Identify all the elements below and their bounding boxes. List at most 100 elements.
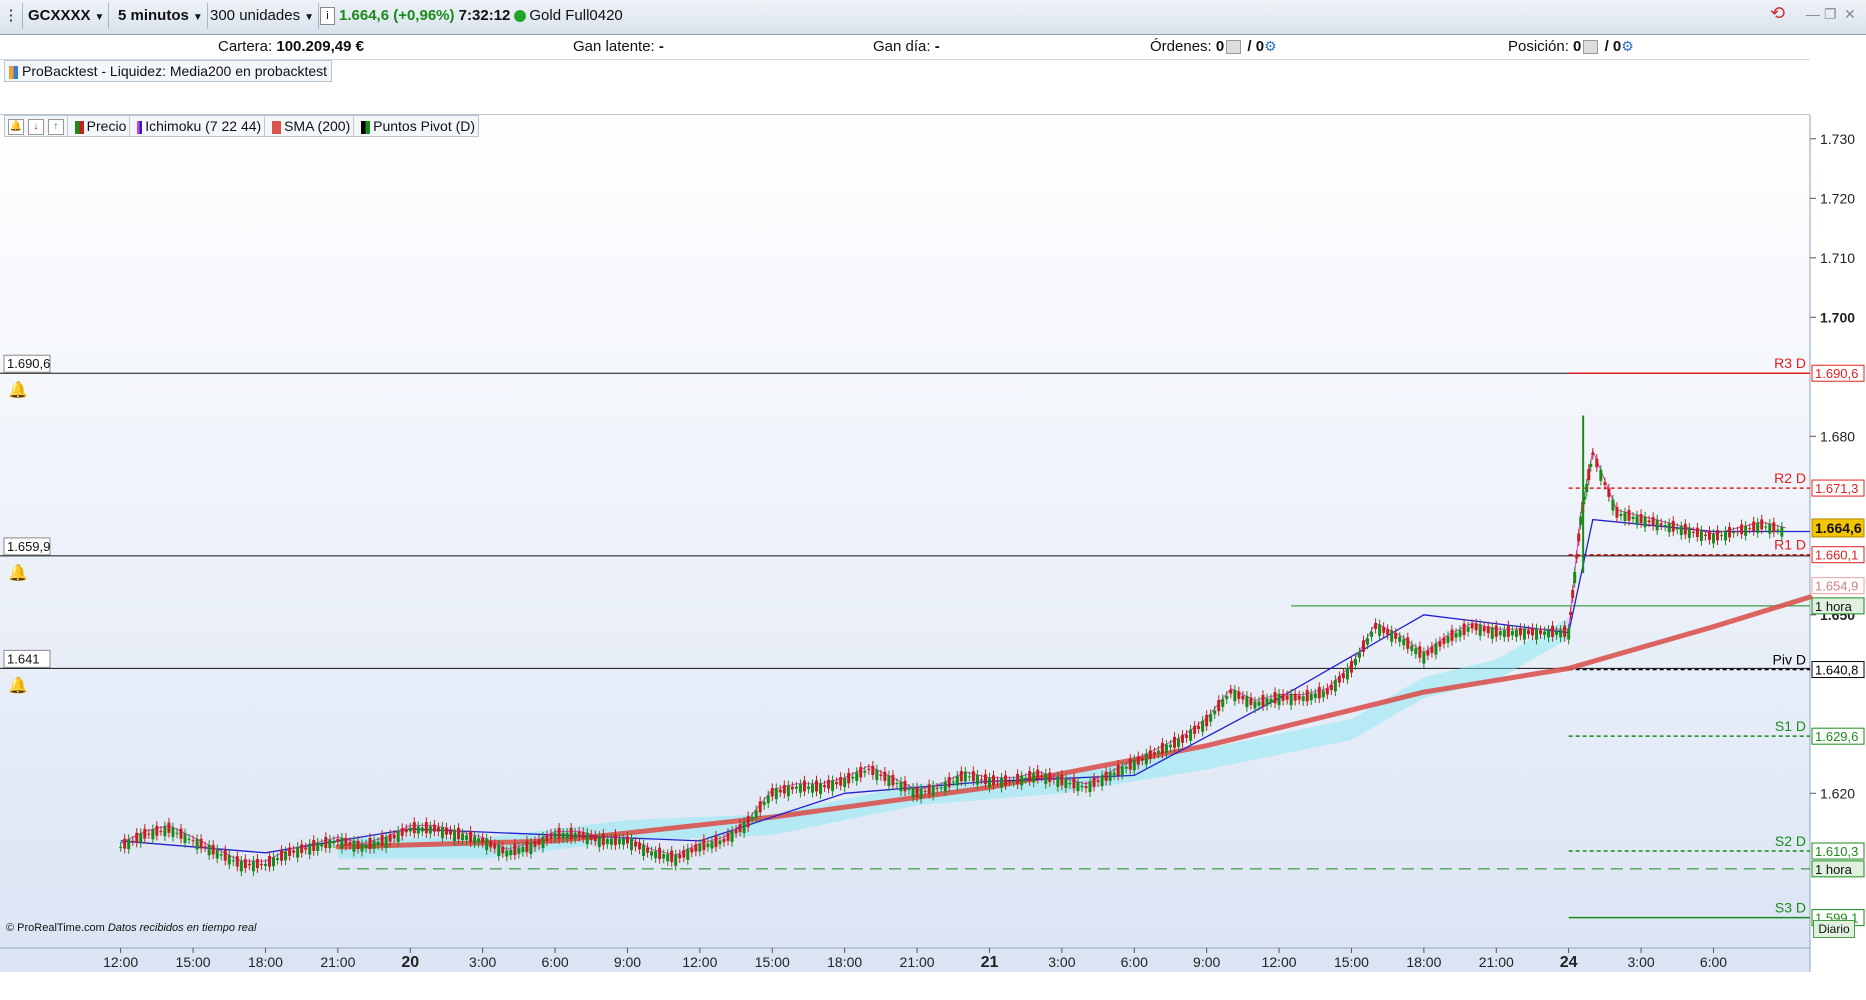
candle-body: [420, 827, 424, 832]
candle-body: [163, 826, 167, 837]
timeframe-selector[interactable]: 5 minutos ▼: [114, 3, 208, 29]
candle-body: [935, 787, 939, 789]
menu-grip-icon[interactable]: ⋮: [0, 3, 23, 29]
candle-body: [1289, 693, 1293, 706]
candle-body: [207, 844, 211, 856]
current-price-label: 1.664,6: [1815, 520, 1862, 536]
x-tick-label: 24: [1560, 954, 1578, 971]
candle-body: [1020, 775, 1024, 786]
x-tick-label: 21:00: [1479, 954, 1514, 970]
candle-body: [203, 846, 207, 848]
candle-body: [1510, 631, 1514, 636]
candle-body: [662, 854, 666, 859]
candle-body: [634, 841, 638, 847]
gear-icon[interactable]: ⚙: [1264, 38, 1277, 54]
legend-ichimoku[interactable]: Ichimoku (7 22 44): [134, 116, 266, 136]
candle-body: [1699, 530, 1703, 542]
candle-body: [871, 765, 875, 775]
pivot-value-label: 1.660,1: [1815, 548, 1858, 563]
candle-body: [931, 785, 935, 796]
candle-body: [1076, 781, 1080, 792]
candle-body: [1386, 629, 1390, 635]
candle-body: [1599, 469, 1603, 481]
bell-icon[interactable]: 🔔: [8, 119, 24, 136]
price-chart[interactable]: 1.690,6 🔔 1.659,9 🔔 1.641 🔔 R3 D 1.690,6 R2 D 1.6…: [0, 115, 1866, 972]
candle-body: [396, 830, 400, 842]
info-icon[interactable]: i: [320, 7, 335, 26]
candle-body: [1000, 777, 1004, 788]
close-icon[interactable]: ✕: [1844, 6, 1856, 23]
units-selector[interactable]: 300 unidades ▼: [206, 3, 319, 29]
candle-body: [529, 842, 533, 854]
arrow-down-icon[interactable]: ↓: [27, 119, 44, 136]
candle-body: [1575, 555, 1579, 559]
candle-body: [1390, 630, 1394, 642]
candle-body: [1048, 772, 1052, 782]
candle-body: [372, 840, 376, 849]
candle-body: [1040, 775, 1044, 777]
legend-pivots[interactable]: Puntos Pivot (D): [358, 116, 478, 136]
candle-body: [432, 824, 436, 832]
candle-body: [1627, 509, 1631, 521]
period-button-diario[interactable]: Diario: [1813, 920, 1855, 938]
candle-body: [951, 781, 955, 783]
orders-list-icon[interactable]: [1226, 40, 1242, 55]
candle-body: [625, 836, 629, 844]
legend-sma[interactable]: SMA (200): [269, 116, 355, 136]
price-change: 1.664,6 (+0,96%): [339, 7, 455, 24]
candle-body: [1585, 483, 1589, 492]
candle-body: [1683, 523, 1687, 535]
candle-body: [199, 838, 203, 849]
bell-icon: 🔔: [8, 381, 28, 399]
candle-body: [1748, 528, 1752, 530]
refresh-icon[interactable]: ⟲: [1770, 3, 1785, 24]
pivots-swatch: [361, 120, 371, 134]
candle-body: [1229, 689, 1233, 694]
legend-price[interactable]: Precio: [72, 116, 131, 136]
candle-body: [774, 788, 778, 800]
candle-body: [1124, 766, 1128, 769]
candle-body: [819, 783, 823, 795]
candle-body: [1144, 753, 1148, 765]
candle-body: [1434, 643, 1438, 655]
candle-body: [328, 839, 332, 849]
arrow-up-icon[interactable]: ↑: [47, 119, 64, 136]
candle-body: [670, 850, 674, 863]
candle-body: [690, 848, 694, 853]
candle-body: [573, 832, 577, 839]
candle-body: [577, 831, 581, 837]
candle-body: [477, 838, 481, 843]
x-tick-label: 15:00: [755, 954, 790, 970]
pivot-level-label: R3 D: [1774, 355, 1806, 371]
candle-body: [545, 835, 549, 842]
candle-body: [127, 839, 131, 850]
symbol-selector[interactable]: GCXXXX ▼: [24, 3, 110, 29]
x-tick-label: 3:00: [1048, 954, 1075, 970]
axis-tag-label: 1 hora: [1815, 862, 1853, 877]
positions-list-icon[interactable]: [1583, 40, 1599, 55]
candle-body: [1321, 690, 1325, 698]
cartera-label: Cartera:: [218, 38, 273, 55]
candle-body: [1269, 698, 1273, 703]
candle-body: [131, 840, 135, 842]
candle-body: [762, 802, 766, 806]
candle-body: [1438, 641, 1442, 647]
candle-body: [638, 842, 642, 850]
candle-body: [827, 779, 831, 789]
candle-body: [1245, 695, 1249, 708]
candle-body: [1378, 624, 1382, 636]
candle-body: [340, 837, 344, 849]
candle-body: [473, 836, 477, 844]
x-tick-label: 3:00: [1627, 954, 1654, 970]
probacktest-label[interactable]: ProBacktest - Liquidez: Media200 en prob…: [4, 60, 333, 82]
minimize-icon[interactable]: —: [1806, 6, 1820, 22]
price-chart-panel[interactable]: 1.690,6 🔔 1.659,9 🔔 1.641 🔔 R3 D 1.690,6 R2 D 1.6…: [0, 115, 1866, 972]
gear-icon[interactable]: ⚙: [1621, 38, 1634, 54]
restore-icon[interactable]: ❐: [1824, 6, 1837, 23]
candle-body: [1764, 526, 1768, 528]
candle-body: [1374, 623, 1378, 629]
candle-body: [806, 786, 810, 789]
candle-body: [1466, 626, 1470, 632]
candle-body: [243, 859, 247, 869]
candle-body: [497, 844, 501, 856]
